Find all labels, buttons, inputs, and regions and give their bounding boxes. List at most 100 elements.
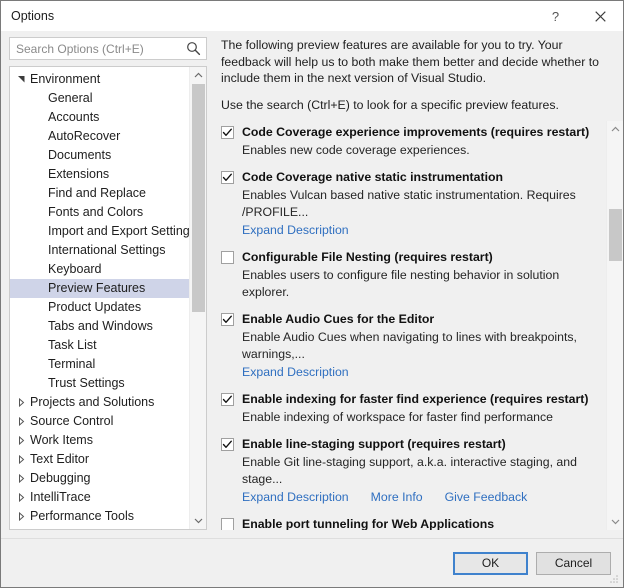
sidebar-item-product-updates[interactable]: Product Updates: [10, 298, 189, 317]
tree-scroll-thumb[interactable]: [192, 84, 205, 312]
sidebar-item-international-settings[interactable]: International Settings: [10, 241, 189, 260]
link-give-feedback[interactable]: Give Feedback: [445, 489, 528, 506]
feature-checkbox[interactable]: [221, 438, 234, 451]
chevron-right-icon[interactable]: [14, 493, 29, 502]
preview-features-pane: The following preview features are avail…: [213, 31, 623, 538]
feature-checkbox[interactable]: [221, 313, 234, 326]
chevron-right-icon[interactable]: [14, 474, 29, 483]
chevron-right-icon[interactable]: [14, 436, 29, 445]
sidebar-item-label: Import and Export Settings: [48, 224, 189, 238]
intro-paragraph-1: The following preview features are avail…: [221, 38, 600, 85]
feature-description: Enables Vulcan based native static instr…: [242, 188, 576, 219]
sidebar-item-label: .NET Core Debugging with WSL: [29, 526, 189, 529]
features-list-container: Code Coverage experience improvements (r…: [221, 121, 623, 530]
tree-scrollbar[interactable]: [189, 67, 206, 529]
sidebar-item-work-items[interactable]: Work Items: [10, 431, 189, 450]
feature-checkbox[interactable]: [221, 171, 234, 184]
help-button[interactable]: ?: [533, 1, 578, 31]
chevron-right-icon[interactable]: [14, 512, 29, 521]
sidebar-item-text-editor[interactable]: Text Editor: [10, 450, 189, 469]
feature-title: Configurable File Nesting (requires rest…: [242, 250, 493, 264]
feature-item: Enable port tunneling for Web Applicatio…: [221, 516, 606, 530]
features-scrollbar[interactable]: [606, 121, 623, 530]
sidebar-item-preview-features[interactable]: Preview Features: [10, 279, 189, 298]
feature-checkbox[interactable]: [221, 251, 234, 264]
feature-checkbox[interactable]: [221, 126, 234, 139]
feature-links: Expand Description More Info Give Feedback: [242, 488, 606, 506]
feature-checkbox[interactable]: [221, 393, 234, 406]
sidebar-item-net-core-debugging-with-wsl[interactable]: .NET Core Debugging with WSL: [10, 526, 189, 529]
sidebar-item-label: Keyboard: [48, 262, 102, 276]
tree-scroll-up-icon[interactable]: [190, 67, 206, 84]
features-scroll-thumb[interactable]: [609, 209, 622, 261]
sidebar-item-debugging[interactable]: Debugging: [10, 469, 189, 488]
feature-title: Enable indexing for faster find experien…: [242, 392, 589, 406]
link-expand-description[interactable]: Expand Description: [242, 364, 349, 381]
sidebar-item-fonts-and-colors[interactable]: Fonts and Colors: [10, 203, 189, 222]
feature-item: Code Coverage native static instrumentat…: [221, 169, 606, 239]
sidebar-item-terminal[interactable]: Terminal: [10, 355, 189, 374]
feature-header: Code Coverage experience improvements (r…: [221, 124, 606, 141]
sidebar-item-label: Find and Replace: [48, 186, 146, 200]
cancel-button[interactable]: Cancel: [536, 551, 611, 575]
chevron-right-icon[interactable]: [14, 455, 29, 464]
feature-header: Enable line-staging support (requires re…: [221, 436, 606, 453]
sidebar-item-source-control[interactable]: Source Control: [10, 412, 189, 431]
sidebar-item-environment[interactable]: Environment: [10, 70, 189, 89]
sidebar-item-label: Preview Features: [48, 281, 146, 295]
sidebar-item-label: Environment: [30, 72, 101, 86]
page-title: Options: [11, 9, 55, 23]
resize-grip-icon[interactable]: [608, 573, 620, 585]
chevron-down-icon[interactable]: [14, 75, 29, 84]
search-icon[interactable]: [186, 41, 201, 56]
sidebar-item-label: Projects and Solutions: [30, 395, 155, 409]
feature-description: Enable Git line-staging support, a.k.a. …: [242, 455, 577, 486]
sidebar-item-tabs-and-windows[interactable]: Tabs and Windows: [10, 317, 189, 336]
close-button[interactable]: [578, 1, 623, 31]
sidebar-item-label: Documents: [48, 148, 112, 162]
feature-links: Expand Description: [242, 363, 606, 381]
sidebar-item-label: Task List: [48, 338, 97, 352]
link-expand-description[interactable]: Expand Description: [242, 222, 349, 239]
sidebar-item-extensions[interactable]: Extensions: [10, 165, 189, 184]
sidebar-item-keyboard[interactable]: Keyboard: [10, 260, 189, 279]
sidebar-item-label: Accounts: [48, 110, 100, 124]
sidebar-item-accounts[interactable]: Accounts: [10, 108, 189, 127]
feature-item: Enable Audio Cues for the Editor Enable A…: [221, 311, 606, 381]
features-scroll-down-icon[interactable]: [607, 513, 623, 530]
link-expand-description[interactable]: Expand Description: [242, 489, 349, 506]
chevron-right-icon[interactable]: [14, 417, 29, 426]
sidebar-item-label: General: [48, 91, 93, 105]
sidebar-item-projects-and-solutions[interactable]: Projects and Solutions: [10, 393, 189, 412]
search-box[interactable]: [9, 37, 207, 60]
feature-description: Enable indexing of workspace for faster …: [242, 410, 554, 424]
sidebar-item-find-and-replace[interactable]: Find and Replace: [10, 184, 189, 203]
sidebar-item-label: International Settings: [48, 243, 166, 257]
options-sidebar: Environment General Accounts AutoRecover Doc…: [1, 31, 213, 538]
feature-checkbox[interactable]: [221, 518, 234, 530]
options-tree-list: Environment General Accounts AutoRecover Doc…: [10, 67, 189, 529]
search-input[interactable]: [10, 38, 206, 59]
sidebar-item-import-and-export-settings[interactable]: Import and Export Settings: [10, 222, 189, 241]
features-scroll-up-icon[interactable]: [607, 121, 623, 138]
sidebar-item-intellitrace[interactable]: IntelliTrace: [10, 488, 189, 507]
feature-title: Enable port tunneling for Web Applicatio…: [242, 517, 495, 530]
options-tree: Environment General Accounts AutoRecover Doc…: [9, 66, 207, 530]
link-more-info[interactable]: More Info: [371, 489, 423, 506]
sidebar-item-label: Fonts and Colors: [48, 205, 144, 219]
feature-item: Enable line-staging support (requires re…: [221, 436, 606, 506]
intro-paragraph-2: Use the search (Ctrl+E) to look for a sp…: [221, 97, 559, 112]
feature-header: Enable Audio Cues for the Editor: [221, 311, 606, 328]
sidebar-item-trust-settings[interactable]: Trust Settings: [10, 374, 189, 393]
ok-button[interactable]: OK: [453, 551, 528, 575]
sidebar-item-general[interactable]: General: [10, 89, 189, 108]
sidebar-item-performance-tools[interactable]: Performance Tools: [10, 507, 189, 526]
sidebar-item-autorecover[interactable]: AutoRecover: [10, 127, 189, 146]
feature-header: Configurable File Nesting (requires rest…: [221, 249, 606, 266]
tree-scroll-down-icon[interactable]: [190, 512, 206, 529]
feature-item: Enable indexing for faster find experien…: [221, 391, 606, 426]
feature-item: Configurable File Nesting (requires rest…: [221, 249, 606, 301]
sidebar-item-documents[interactable]: Documents: [10, 146, 189, 165]
chevron-right-icon[interactable]: [14, 398, 29, 407]
sidebar-item-task-list[interactable]: Task List: [10, 336, 189, 355]
